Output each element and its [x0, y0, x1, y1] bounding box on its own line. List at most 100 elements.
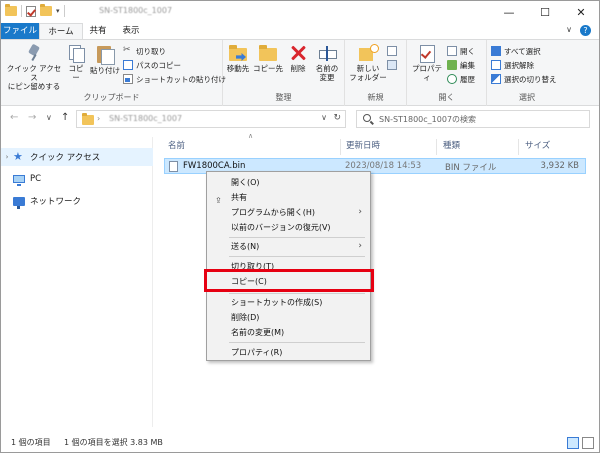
tab-share[interactable]: 共有	[85, 23, 111, 39]
invert-selection-label: 選択の切り替え	[504, 74, 557, 84]
paste-shortcut-button[interactable]: ショートカットの貼り付け	[123, 73, 226, 85]
cut-label: 切り取り	[136, 46, 166, 56]
column-divider[interactable]	[518, 139, 519, 155]
tab-file[interactable]: ファイル	[1, 23, 39, 39]
large-icons-view-button[interactable]	[582, 437, 594, 449]
menu-item-send-to[interactable]: 送る(N) ›	[207, 239, 370, 254]
forward-button[interactable]: →	[28, 112, 36, 123]
network-icon	[13, 196, 25, 209]
new-folder-label: 新しい フォルダー	[349, 64, 387, 82]
paste-button[interactable]: 貼り付け	[89, 44, 121, 75]
divider	[21, 5, 22, 17]
properties-label: プロパティ	[412, 64, 442, 82]
nav-item-pc[interactable]: PC	[1, 170, 153, 188]
search-box[interactable]: SN-ST1800c_1007の検索	[356, 110, 590, 128]
copy-label: コピー	[68, 64, 84, 82]
sort-indicator-icon: ∧	[248, 132, 254, 140]
chevron-right-icon: ›	[358, 241, 362, 251]
file-type: BIN ファイル	[445, 163, 497, 173]
refresh-button[interactable]: ↻	[333, 113, 341, 123]
column-header-date[interactable]: 更新日時	[346, 139, 380, 155]
file-size: 3,932 KB	[540, 161, 579, 171]
open-button[interactable]: 開く	[447, 45, 475, 57]
copy-to-icon	[258, 44, 278, 62]
copy-path-label: パスのコピー	[136, 60, 181, 70]
copy-path-button[interactable]: パスのコピー	[123, 59, 181, 71]
menu-item-rename[interactable]: 名前の変更(M)	[207, 325, 370, 340]
tab-home[interactable]: ホーム	[39, 23, 83, 39]
column-divider[interactable]	[340, 139, 341, 155]
minimize-button[interactable]: —	[491, 1, 527, 23]
new-folder-icon[interactable]	[40, 4, 52, 16]
highlight-box	[204, 269, 374, 292]
menu-item-open[interactable]: 開く(O)	[207, 175, 370, 190]
rename-icon	[318, 44, 337, 62]
group-label-open: 開く	[438, 93, 455, 102]
group-new: 新しい フォルダー 新規	[345, 40, 407, 106]
up-button[interactable]: ↑	[61, 112, 69, 123]
breadcrumb-separator[interactable]: ›	[97, 114, 100, 123]
select-none-button[interactable]: 選択解除	[491, 59, 534, 71]
easy-access-button[interactable]	[387, 59, 397, 71]
address-bar[interactable]: › SN-ST1800c_1007 ∨ ↻	[76, 110, 346, 128]
copy-to-label: コピー先	[253, 64, 283, 73]
help-icon[interactable]: ?	[580, 25, 591, 36]
copy-to-button[interactable]: コピー先	[253, 44, 283, 73]
new-item-button[interactable]	[387, 45, 397, 57]
properties-icon	[418, 44, 436, 63]
rename-label: 名前の 変更	[315, 64, 339, 82]
new-folder-button[interactable]: 新しい フォルダー	[349, 44, 387, 82]
column-divider[interactable]	[436, 139, 437, 155]
select-none-icon	[491, 60, 501, 70]
column-header-type[interactable]: 種類	[443, 139, 460, 155]
back-button[interactable]: ←	[10, 112, 18, 123]
cut-button[interactable]: 切り取り	[123, 45, 166, 57]
recent-locations-button[interactable]: ∨	[46, 113, 52, 122]
customize-toolbar-dropdown[interactable]: ▾	[56, 7, 60, 15]
quick-access-toolbar: ▾	[5, 4, 65, 17]
folder-icon	[5, 4, 17, 16]
column-header-name[interactable]: 名前	[168, 139, 185, 155]
easy-access-icon	[387, 60, 397, 70]
chevron-right-icon[interactable]: ›	[1, 153, 13, 161]
history-button[interactable]: 履歴	[447, 73, 475, 85]
menu-item-properties[interactable]: プロパティ(R)	[207, 345, 370, 360]
select-all-button[interactable]: すべて選択	[491, 45, 541, 57]
rename-button[interactable]: 名前の 変更	[313, 44, 341, 82]
status-selection: 1 個の項目を選択 3.83 MB	[64, 438, 163, 447]
column-header-size[interactable]: サイズ	[525, 139, 550, 155]
nav-item-label: ネットワーク	[30, 197, 82, 207]
group-open: プロパティ 開く 編集 履歴 開く	[407, 40, 487, 106]
menu-divider	[229, 342, 365, 343]
menu-item-open-with[interactable]: プログラムから開く(H) ›	[207, 205, 370, 220]
menu-divider	[229, 293, 365, 294]
nav-item-quick-access[interactable]: › クイック アクセス	[1, 148, 153, 166]
copy-button[interactable]: コピー	[65, 44, 87, 82]
explorer-window: ▾ SN-ST1800c_1007 — ☐ ✕ ファイル ホーム 共有 表示 ∨…	[0, 0, 600, 453]
history-icon	[447, 74, 457, 84]
invert-selection-button[interactable]: 選択の切り替え	[491, 73, 557, 85]
menu-item-share[interactable]: ⇪ 共有	[207, 190, 370, 205]
menu-item-delete[interactable]: 削除(D)	[207, 310, 370, 325]
breadcrumb-path[interactable]: SN-ST1800c_1007	[109, 114, 182, 123]
edit-icon	[447, 60, 457, 70]
new-item-icon	[387, 46, 397, 56]
menu-item-create-shortcut[interactable]: ショートカットの作成(S)	[207, 295, 370, 310]
nav-item-network[interactable]: ネットワーク	[1, 192, 153, 210]
paste-label: 貼り付け	[90, 66, 120, 75]
menu-divider	[229, 237, 365, 238]
address-dropdown[interactable]: ∨	[321, 113, 327, 122]
window-title: SN-ST1800c_1007	[99, 6, 173, 15]
tab-view[interactable]: 表示	[117, 23, 145, 39]
properties-button[interactable]: プロパティ	[409, 44, 445, 82]
move-to-button[interactable]: 移動先	[225, 44, 251, 73]
expand-ribbon-icon[interactable]: ∨	[566, 25, 572, 36]
properties-icon[interactable]	[26, 5, 36, 17]
details-view-button[interactable]	[567, 437, 579, 449]
menu-item-restore-versions[interactable]: 以前のバージョンの復元(V)	[207, 220, 370, 235]
close-button[interactable]: ✕	[563, 1, 599, 23]
delete-button[interactable]: 削除	[287, 44, 309, 73]
edit-button[interactable]: 編集	[447, 59, 475, 71]
pin-quick-access-button[interactable]: クイック アクセス にピン留めする	[5, 44, 63, 91]
maximize-button[interactable]: ☐	[527, 1, 563, 23]
